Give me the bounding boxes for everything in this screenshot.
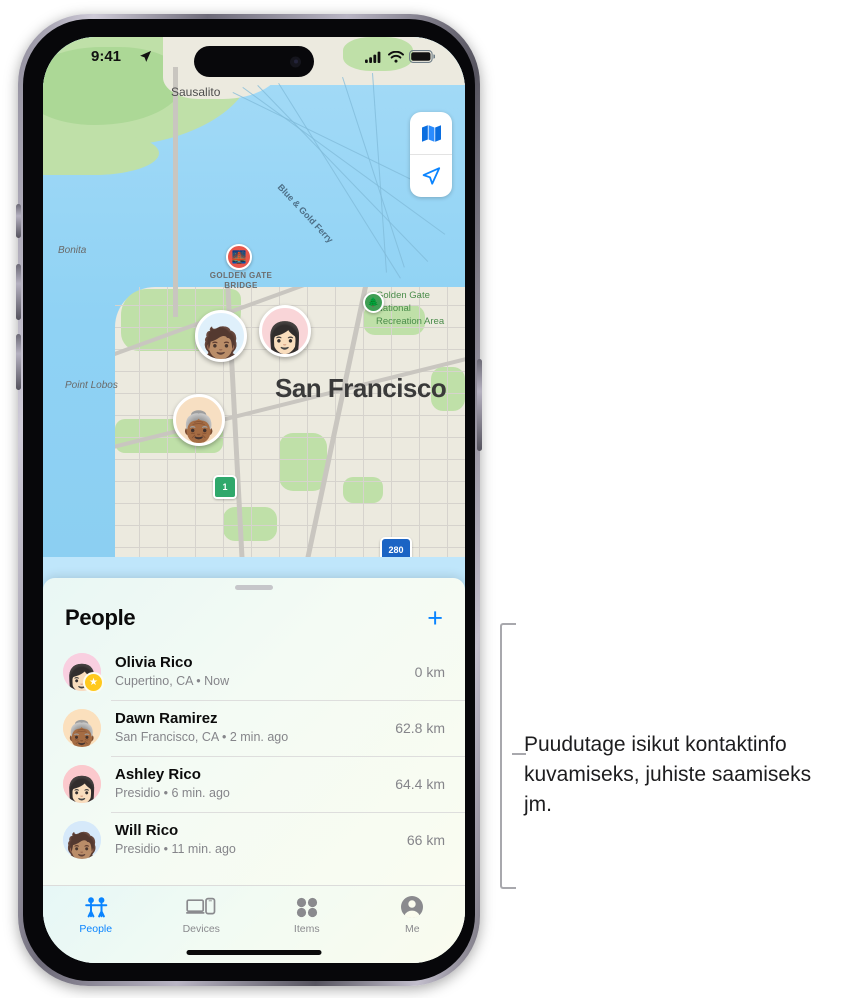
person-distance: 66 km: [406, 832, 445, 848]
map-pin-ashley-rico[interactable]: 👩🏻: [259, 305, 311, 357]
folded-map-icon: [421, 124, 441, 142]
status-bar-time: 9:41: [91, 48, 122, 65]
tab-label: Devices: [182, 923, 220, 935]
tab-label: Items: [293, 923, 320, 935]
interstate-280-shield-label: 280: [388, 544, 404, 555]
map-label-golden-gate-bridge-line2: BRIDGE: [224, 281, 258, 290]
page-title: People: [65, 605, 136, 630]
favorite-star-badge: ★: [83, 672, 104, 693]
list-item-text: Olivia Rico Cupertino, CA • Now: [115, 654, 409, 691]
phone-screen: Sausalito Bonita Point Lobos Blue & Gold…: [43, 37, 465, 963]
add-person-button[interactable]: +: [427, 604, 443, 632]
avatar-emoji: 👩🏻: [65, 775, 99, 803]
map-label-park-line3: Recreation Area: [376, 316, 445, 327]
callout-text: Puudutage isikut kontaktinfo kuvamiseks,…: [524, 733, 812, 816]
avatar-emoji: 👵🏾: [65, 719, 99, 747]
list-item-text: Dawn Ramirez San Francisco, CA • 2 min. …: [115, 710, 389, 747]
person-distance: 0 km: [414, 664, 445, 680]
person-name: Will Rico: [115, 821, 179, 839]
location-arrow-icon: [139, 50, 152, 68]
dynamic-island: [194, 46, 314, 77]
avatar: 👵🏾: [63, 709, 101, 747]
two-people-icon: [82, 894, 110, 920]
person-distance: 64.4 km: [395, 776, 445, 792]
phone-bezel: Sausalito Bonita Point Lobos Blue & Gold…: [23, 19, 475, 981]
cellular-bars-icon: [365, 51, 381, 63]
volume-up-button[interactable]: [16, 264, 21, 320]
tab-label: People: [79, 923, 113, 935]
locate-me-button[interactable]: [410, 154, 452, 197]
person-distance: 62.8 km: [395, 720, 445, 736]
map-label-golden-gate-bridge-line1: GOLDEN GATE: [209, 271, 273, 280]
map-pin-will-rico[interactable]: 🧑🏽: [195, 310, 247, 362]
person-name: Olivia Rico: [115, 653, 193, 671]
avatar: 🧑🏽: [63, 821, 101, 859]
map-pin-dawn-ramirez[interactable]: 👵🏾: [173, 394, 225, 446]
status-bar-indicators: [365, 50, 435, 63]
map-controls-group: [410, 112, 452, 197]
person-circle-icon: [400, 894, 424, 920]
person-location-time: Presidio • 11 min. ago: [115, 842, 236, 857]
home-indicator: [186, 950, 322, 955]
tab-items[interactable]: Items: [254, 894, 360, 935]
iphone-device-frame: Sausalito Bonita Point Lobos Blue & Gold…: [16, 14, 482, 986]
tab-people[interactable]: People: [43, 894, 149, 935]
tab-devices[interactable]: Devices: [149, 894, 255, 935]
person-location-time: Cupertino, CA • Now: [115, 674, 230, 689]
volume-down-button[interactable]: [16, 334, 21, 390]
tab-me[interactable]: Me: [360, 894, 466, 935]
people-list: 👩🏻 ★ Olivia Rico Cupertino, CA • Now 0 k…: [43, 644, 465, 868]
avatar: 👩🏻 ★: [63, 653, 104, 693]
people-sheet: People + 👩🏻 ★ Olivia Rico Cupertino, CA …: [43, 578, 465, 963]
location-arrow-icon: [422, 167, 441, 185]
four-dots-icon: [295, 894, 319, 920]
battery-icon: [409, 50, 435, 63]
list-item[interactable]: 👩🏻 Ashley Rico Presidio • 6 min. ago 64.…: [43, 756, 465, 812]
list-item[interactable]: 👩🏻 ★ Olivia Rico Cupertino, CA • Now 0 k…: [43, 644, 465, 700]
route-1-shield-label: 1: [222, 482, 228, 492]
map-label-san-francisco: San Francisco: [275, 373, 447, 403]
person-name: Ashley Rico: [115, 765, 201, 783]
sheet-header: People +: [43, 592, 465, 644]
wifi-icon: [388, 50, 404, 63]
callout-bracket: [500, 623, 516, 889]
map-label-sausalito: Sausalito: [171, 85, 221, 99]
bridge-icon[interactable]: 🌉: [226, 244, 252, 270]
sheet-grabber-handle[interactable]: [235, 585, 273, 590]
map-label-bonita: Bonita: [58, 245, 87, 256]
avatar-emoji: 🧑🏽: [65, 831, 99, 859]
person-name: Dawn Ramirez: [115, 709, 218, 727]
avatar: 👩🏻: [63, 765, 101, 803]
map-golden-gate-bridge-road: [173, 67, 178, 317]
side-power-button[interactable]: [477, 359, 482, 451]
map-view[interactable]: Sausalito Bonita Point Lobos Blue & Gold…: [43, 37, 465, 557]
ring-silent-switch[interactable]: [16, 204, 21, 238]
route-1-shield: 1: [213, 475, 237, 499]
list-item-text: Will Rico Presidio • 11 min. ago: [115, 822, 401, 859]
map-label-point-lobos: Point Lobos: [65, 380, 118, 391]
park-tree-icon[interactable]: 🌲: [363, 292, 384, 313]
list-item[interactable]: 👵🏾 Dawn Ramirez San Francisco, CA • 2 mi…: [43, 700, 465, 756]
map-type-button[interactable]: [410, 112, 452, 154]
interstate-280-shield: 280: [380, 537, 412, 557]
person-location-time: Presidio • 6 min. ago: [115, 786, 230, 801]
list-item-text: Ashley Rico Presidio • 6 min. ago: [115, 766, 389, 803]
laptop-phone-icon: [186, 894, 216, 920]
person-location-time: San Francisco, CA • 2 min. ago: [115, 730, 289, 745]
tab-label: Me: [404, 923, 420, 935]
map-label-park-line1: Golden Gate: [376, 290, 430, 301]
front-camera-icon: [290, 56, 301, 67]
list-item[interactable]: 🧑🏽 Will Rico Presidio • 11 min. ago 66 k…: [43, 812, 465, 868]
